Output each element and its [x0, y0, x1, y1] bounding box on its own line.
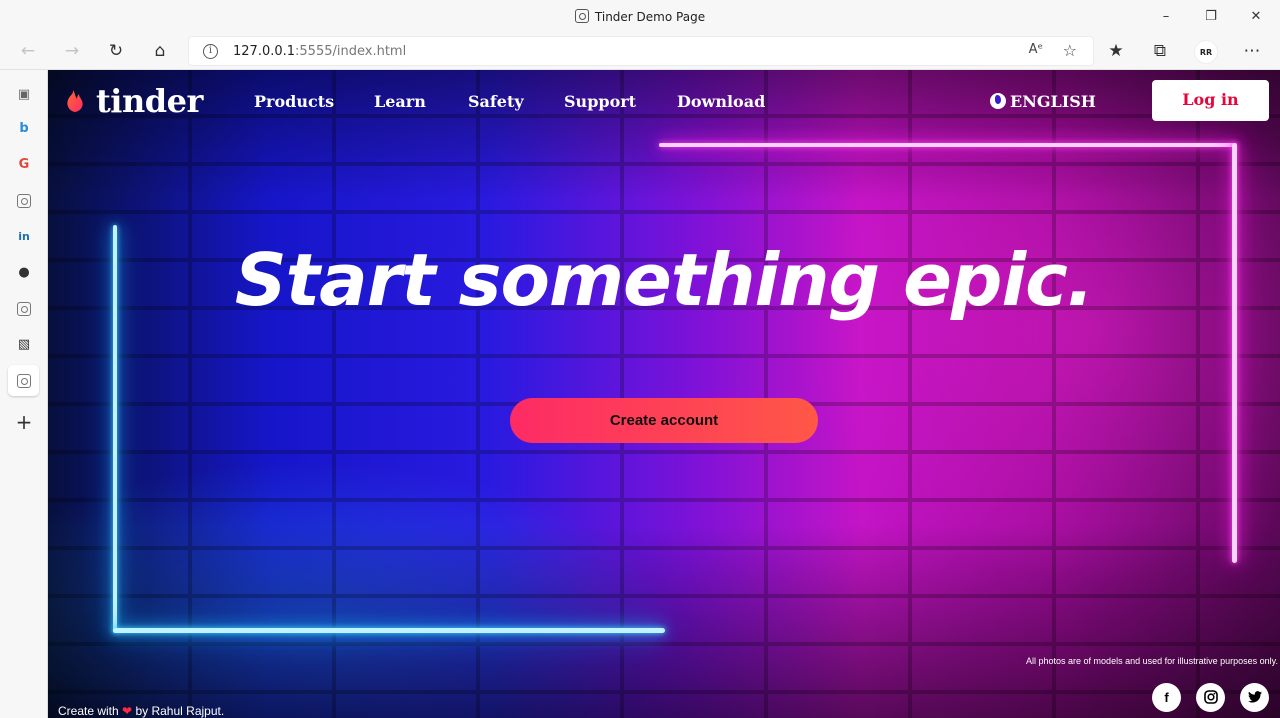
radio-icon[interactable]	[14, 299, 34, 319]
forward-button[interactable]: →	[58, 38, 86, 64]
twitter-icon[interactable]	[1240, 683, 1269, 712]
create-account-button[interactable]: Create account	[510, 398, 818, 443]
language-selector[interactable]: ENGLISH	[990, 92, 1096, 111]
read-aloud-icon[interactable]: Aᵉ	[1029, 42, 1043, 57]
facebook-icon[interactable]: f	[1152, 683, 1181, 712]
browser-toolbar: ← → ↻ ⌂ i 127.0.0.1:5555/index.html Aᵉ ☆…	[0, 33, 1280, 70]
login-button[interactable]: Log in	[1152, 80, 1269, 121]
neon-blue-horizontal	[113, 628, 665, 633]
site-info-icon[interactable]: i	[203, 44, 218, 59]
linkedin-icon[interactable]: in	[14, 227, 34, 247]
flame-icon	[67, 90, 83, 112]
hero-headline: Start something epic.	[234, 238, 1094, 322]
url-path: :5555/index.html	[295, 44, 407, 59]
profile-avatar[interactable]: RR	[1194, 40, 1218, 64]
home-button[interactable]: ⌂	[146, 38, 174, 64]
url-text[interactable]: 127.0.0.1:5555/index.html	[233, 44, 406, 59]
globe-icon	[990, 93, 1006, 109]
settings-more-button[interactable]: ⋯	[1238, 38, 1266, 64]
add-favorite-icon[interactable]: ☆	[1063, 41, 1077, 60]
nav-safety[interactable]: Safety	[468, 92, 524, 111]
window-title-text: Tinder Demo Page	[594, 10, 706, 24]
brick-wall-background	[48, 70, 1280, 718]
nav-products[interactable]: Products	[254, 92, 334, 111]
neon-pink-horizontal	[659, 143, 1237, 147]
author-credit: Create with ❤ by Rahul Rajput.	[58, 704, 224, 718]
credit-suffix: by Rahul Rajput.	[135, 704, 225, 718]
window-title-bar: Tinder Demo Page – ❐ ✕	[0, 0, 1280, 33]
minimize-button[interactable]: –	[1155, 6, 1177, 28]
neon-pink-vertical	[1232, 143, 1237, 563]
refresh-button[interactable]: ↻	[102, 38, 130, 64]
close-window-button[interactable]: ✕	[1245, 6, 1267, 28]
back-button[interactable]: ←	[14, 38, 42, 64]
site-nav: tinder Products Learn Safety Support Dow…	[48, 70, 1280, 134]
url-host: 127.0.0.1	[233, 44, 296, 59]
instagram-glyph	[1203, 690, 1218, 704]
window-title: Tinder Demo Page	[0, 9, 1280, 24]
office-icon[interactable]: ▧	[14, 335, 34, 355]
nav-download[interactable]: Download	[677, 92, 765, 111]
twitter-glyph	[1247, 691, 1262, 703]
address-bar[interactable]: i 127.0.0.1:5555/index.html Aᵉ ☆	[188, 36, 1094, 66]
bing-icon[interactable]: b	[14, 119, 34, 139]
collections-button[interactable]: ⧉	[1146, 38, 1174, 64]
logo-wordmark: tinder	[96, 82, 203, 120]
radio-icon[interactable]	[14, 191, 34, 211]
copilot-icon[interactable]: G	[14, 155, 34, 175]
language-label: ENGLISH	[1010, 92, 1096, 111]
browser-sidebar: ▣ b G in ● ▧ +	[0, 70, 48, 718]
page-favicon-icon	[574, 9, 589, 23]
add-icon[interactable]: +	[14, 412, 34, 432]
restore-button[interactable]: ❐	[1200, 6, 1222, 28]
favorites-button[interactable]: ★	[1102, 38, 1130, 64]
instagram-icon[interactable]	[1196, 683, 1225, 712]
nav-support[interactable]: Support	[564, 92, 636, 111]
nav-learn[interactable]: Learn	[374, 92, 426, 111]
tabs-icon[interactable]: ▣	[14, 85, 34, 105]
radio-icon[interactable]	[8, 365, 39, 396]
github-icon[interactable]: ●	[14, 263, 34, 283]
heart-icon: ❤	[122, 704, 133, 718]
tinder-landing-page: tinder Products Learn Safety Support Dow…	[48, 70, 1280, 718]
photo-disclaimer: All photos are of models and used for il…	[1026, 656, 1278, 666]
credit-prefix: Create with	[58, 704, 119, 718]
